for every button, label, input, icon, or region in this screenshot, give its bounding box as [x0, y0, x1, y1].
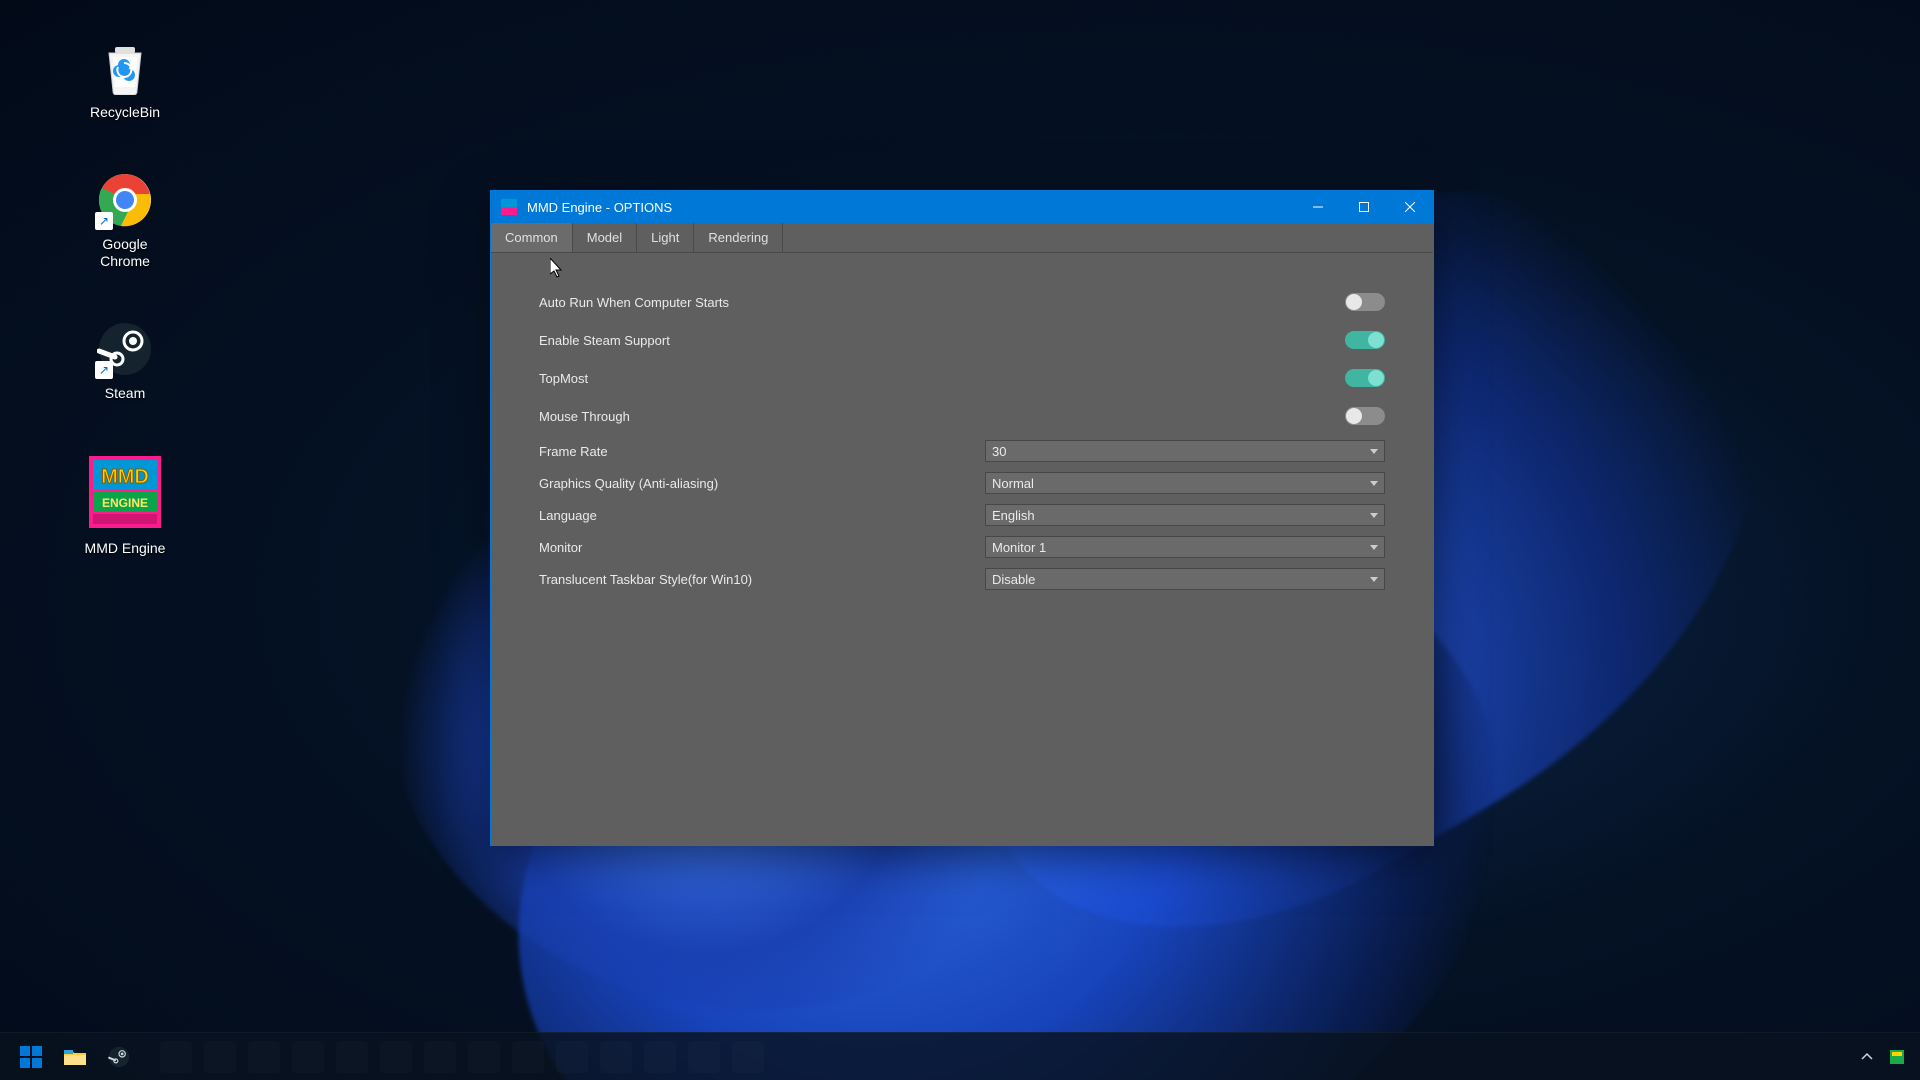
tab-content: Auto Run When Computer Starts Enable Ste… — [491, 253, 1433, 615]
select-value: 30 — [992, 444, 1006, 459]
close-icon — [1405, 202, 1415, 212]
setting-label: Frame Rate — [539, 444, 969, 459]
svg-text:ENGINE: ENGINE — [102, 496, 148, 510]
select-monitor[interactable]: Monitor 1 — [985, 536, 1385, 558]
taskbar-left — [14, 1040, 764, 1074]
tab-label: Rendering — [708, 230, 768, 245]
select-value: Normal — [992, 476, 1034, 491]
maximize-button[interactable] — [1341, 191, 1387, 223]
system-tray — [1858, 1048, 1906, 1066]
taskbar-steam[interactable] — [102, 1040, 136, 1074]
tab-common[interactable]: Common — [491, 223, 573, 252]
select-value: Monitor 1 — [992, 540, 1046, 555]
desktop-icon-label: MMD Engine — [85, 540, 166, 558]
desktop-icon-mmdengine[interactable]: MMD ENGINE MMD Engine — [80, 452, 170, 558]
toggle-autorun[interactable] — [1345, 293, 1385, 311]
desktop-icon-label: RecycleBin — [90, 104, 160, 122]
toggle-mouse-through[interactable] — [1345, 407, 1385, 425]
row-language: Language English — [539, 499, 1385, 531]
recyclebin-icon — [97, 40, 153, 96]
row-topmost: TopMost — [539, 359, 1385, 397]
select-graphics-quality[interactable]: Normal — [985, 472, 1385, 494]
chevron-up-icon — [1861, 1051, 1873, 1063]
tab-label: Model — [587, 230, 622, 245]
tab-label: Common — [505, 230, 558, 245]
select-language[interactable]: English — [985, 504, 1385, 526]
desktop-area: RecycleBin ↗ Google Chrome — [80, 40, 170, 558]
minimize-icon — [1313, 202, 1323, 212]
window-title: MMD Engine - OPTIONS — [527, 200, 672, 215]
row-translucent-taskbar: Translucent Taskbar Style(for Win10) Dis… — [539, 563, 1385, 595]
setting-label: Auto Run When Computer Starts — [539, 295, 969, 310]
desktop-icon-label: Google Chrome — [100, 236, 150, 271]
select-value: Disable — [992, 572, 1035, 587]
setting-label: Monitor — [539, 540, 969, 555]
tab-label: Light — [651, 230, 679, 245]
tab-bar: Common Model Light Rendering — [491, 223, 1433, 253]
minimize-button[interactable] — [1295, 191, 1341, 223]
setting-label: Language — [539, 508, 969, 523]
setting-label: Translucent Taskbar Style(for Win10) — [539, 572, 969, 587]
desktop-icon-steam[interactable]: ↗ Steam — [80, 321, 170, 403]
app-icon — [501, 199, 517, 215]
tab-light[interactable]: Light — [637, 223, 694, 252]
row-steam-support: Enable Steam Support — [539, 321, 1385, 359]
tray-square-icon — [1889, 1049, 1905, 1065]
tab-model[interactable]: Model — [573, 223, 637, 252]
select-translucent-taskbar[interactable]: Disable — [985, 568, 1385, 590]
cursor-icon — [550, 258, 564, 283]
steam-icon — [108, 1046, 130, 1068]
tray-overflow-button[interactable] — [1858, 1048, 1876, 1066]
row-autorun: Auto Run When Computer Starts — [539, 283, 1385, 321]
select-value: English — [992, 508, 1035, 523]
taskbar-file-explorer[interactable] — [58, 1040, 92, 1074]
titlebar[interactable]: MMD Engine - OPTIONS — [491, 191, 1433, 223]
options-window: MMD Engine - OPTIONS Common Model Light … — [490, 190, 1434, 846]
mmdengine-icon: MMD ENGINE — [85, 452, 165, 532]
taskbar — [0, 1032, 1920, 1080]
setting-label: TopMost — [539, 371, 969, 386]
desktop-icon-recyclebin[interactable]: RecycleBin — [80, 40, 170, 122]
setting-label: Graphics Quality (Anti-aliasing) — [539, 476, 969, 491]
desktop-icon-chrome[interactable]: ↗ Google Chrome — [80, 172, 170, 271]
row-monitor: Monitor Monitor 1 — [539, 531, 1385, 563]
chrome-icon: ↗ — [97, 172, 153, 228]
toggle-topmost[interactable] — [1345, 369, 1385, 387]
select-framerate[interactable]: 30 — [985, 440, 1385, 462]
shortcut-arrow-icon: ↗ — [95, 361, 113, 379]
taskbar-inactive-area — [160, 1041, 764, 1073]
start-button[interactable] — [14, 1040, 48, 1074]
svg-text:MMD: MMD — [101, 466, 149, 488]
maximize-icon — [1359, 202, 1369, 212]
steam-icon: ↗ — [97, 321, 153, 377]
shortcut-arrow-icon: ↗ — [95, 212, 113, 230]
folder-icon — [63, 1047, 87, 1067]
desktop-icon-label: Steam — [105, 385, 145, 403]
row-framerate: Frame Rate 30 — [539, 435, 1385, 467]
row-graphics-quality: Graphics Quality (Anti-aliasing) Normal — [539, 467, 1385, 499]
setting-label: Mouse Through — [539, 409, 969, 424]
toggle-steam-support[interactable] — [1345, 331, 1385, 349]
tab-rendering[interactable]: Rendering — [694, 223, 783, 252]
setting-label: Enable Steam Support — [539, 333, 969, 348]
tray-app-icon[interactable] — [1888, 1048, 1906, 1066]
row-mouse-through: Mouse Through — [539, 397, 1385, 435]
close-button[interactable] — [1387, 191, 1433, 223]
windows-logo-icon — [20, 1046, 42, 1068]
